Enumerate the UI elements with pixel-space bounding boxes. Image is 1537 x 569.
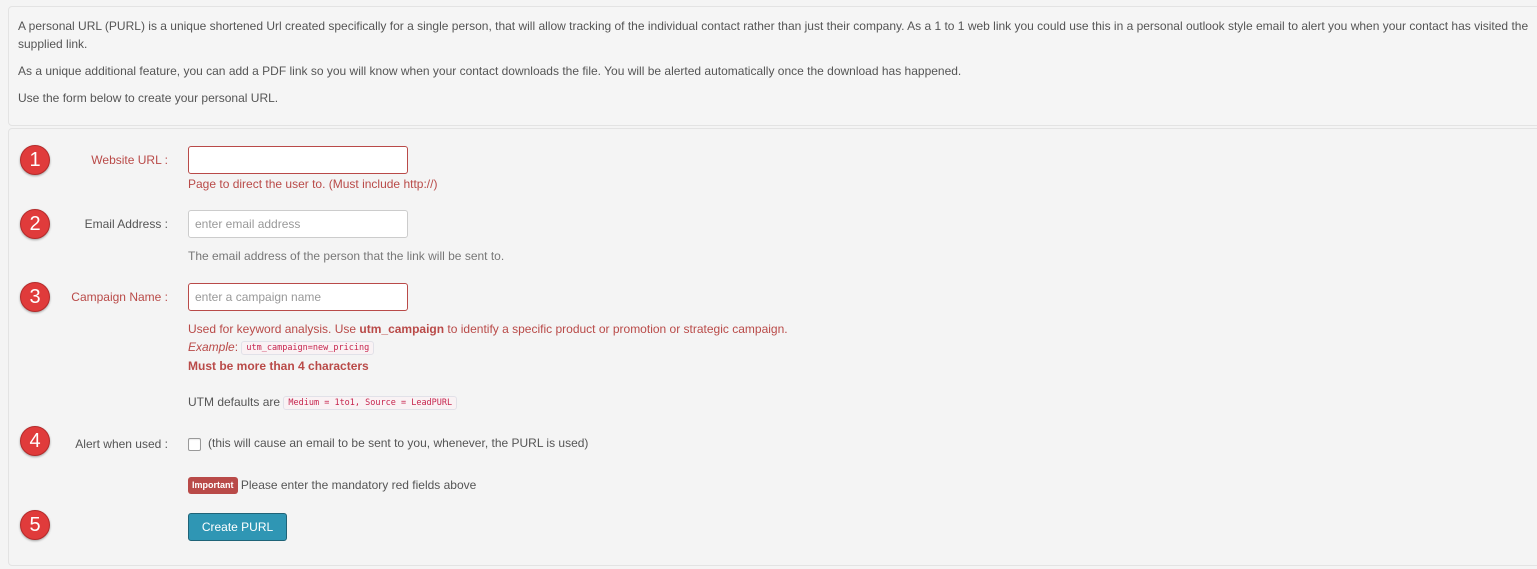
- intro-paragraph-1: A personal URL (PURL) is a unique shorte…: [18, 19, 1529, 51]
- purl-page: A personal URL (PURL) is a unique shorte…: [0, 0, 1537, 569]
- campaign-label: Campaign Name :: [71, 290, 168, 304]
- website-url-help: Page to direct the user to. (Must includ…: [188, 177, 438, 191]
- step-badge-5: 5: [20, 510, 50, 540]
- campaign-input[interactable]: [188, 283, 408, 311]
- website-url-input[interactable]: [188, 146, 408, 174]
- campaign-example-label: Example: [188, 340, 235, 354]
- campaign-help-suffix: to identify a specific product or promot…: [444, 322, 788, 336]
- utm-defaults-code: Medium = 1to1, Source = LeadPURL: [283, 395, 458, 410]
- email-input[interactable]: [188, 210, 408, 238]
- campaign-example-code: utm_campaign=new_pricing: [241, 340, 375, 355]
- mandatory-notice-text: Please enter the mandatory red fields ab…: [240, 478, 477, 492]
- website-url-label: Website URL :: [91, 153, 168, 167]
- intro-panel: A personal URL (PURL) is a unique shorte…: [8, 6, 1537, 126]
- campaign-help-prefix: Used for keyword analysis. Use: [188, 322, 360, 336]
- campaign-help: Used for keyword analysis. Use utm_campa…: [188, 320, 788, 338]
- campaign-help-keyword: utm_campaign: [359, 322, 445, 336]
- utm-defaults: UTM defaults are Medium = 1to1, Source =…: [188, 393, 458, 412]
- campaign-validation-text: Must be more than 4 characters: [188, 359, 369, 373]
- intro-paragraph-2: As a unique additional feature, you can …: [18, 64, 962, 78]
- campaign-example: Example: utm_campaign=new_pricing: [188, 338, 375, 357]
- important-badge: Important: [188, 477, 238, 495]
- utm-defaults-text: UTM defaults are: [188, 395, 281, 409]
- email-label: Email Address :: [84, 217, 168, 231]
- alert-label: Alert when used :: [75, 437, 168, 451]
- email-help: The email address of the person that the…: [188, 249, 505, 263]
- campaign-validation: Must be more than 4 characters: [188, 357, 369, 375]
- campaign-example-colon: :: [234, 340, 239, 354]
- mandatory-notice: Important Please enter the mandatory red…: [188, 476, 477, 495]
- alert-description: (this will cause an email to be sent to …: [208, 436, 589, 450]
- alert-checkbox[interactable]: [188, 438, 201, 451]
- create-purl-button[interactable]: Create PURL: [188, 513, 287, 541]
- intro-paragraph-3: Use the form below to create your person…: [18, 91, 279, 105]
